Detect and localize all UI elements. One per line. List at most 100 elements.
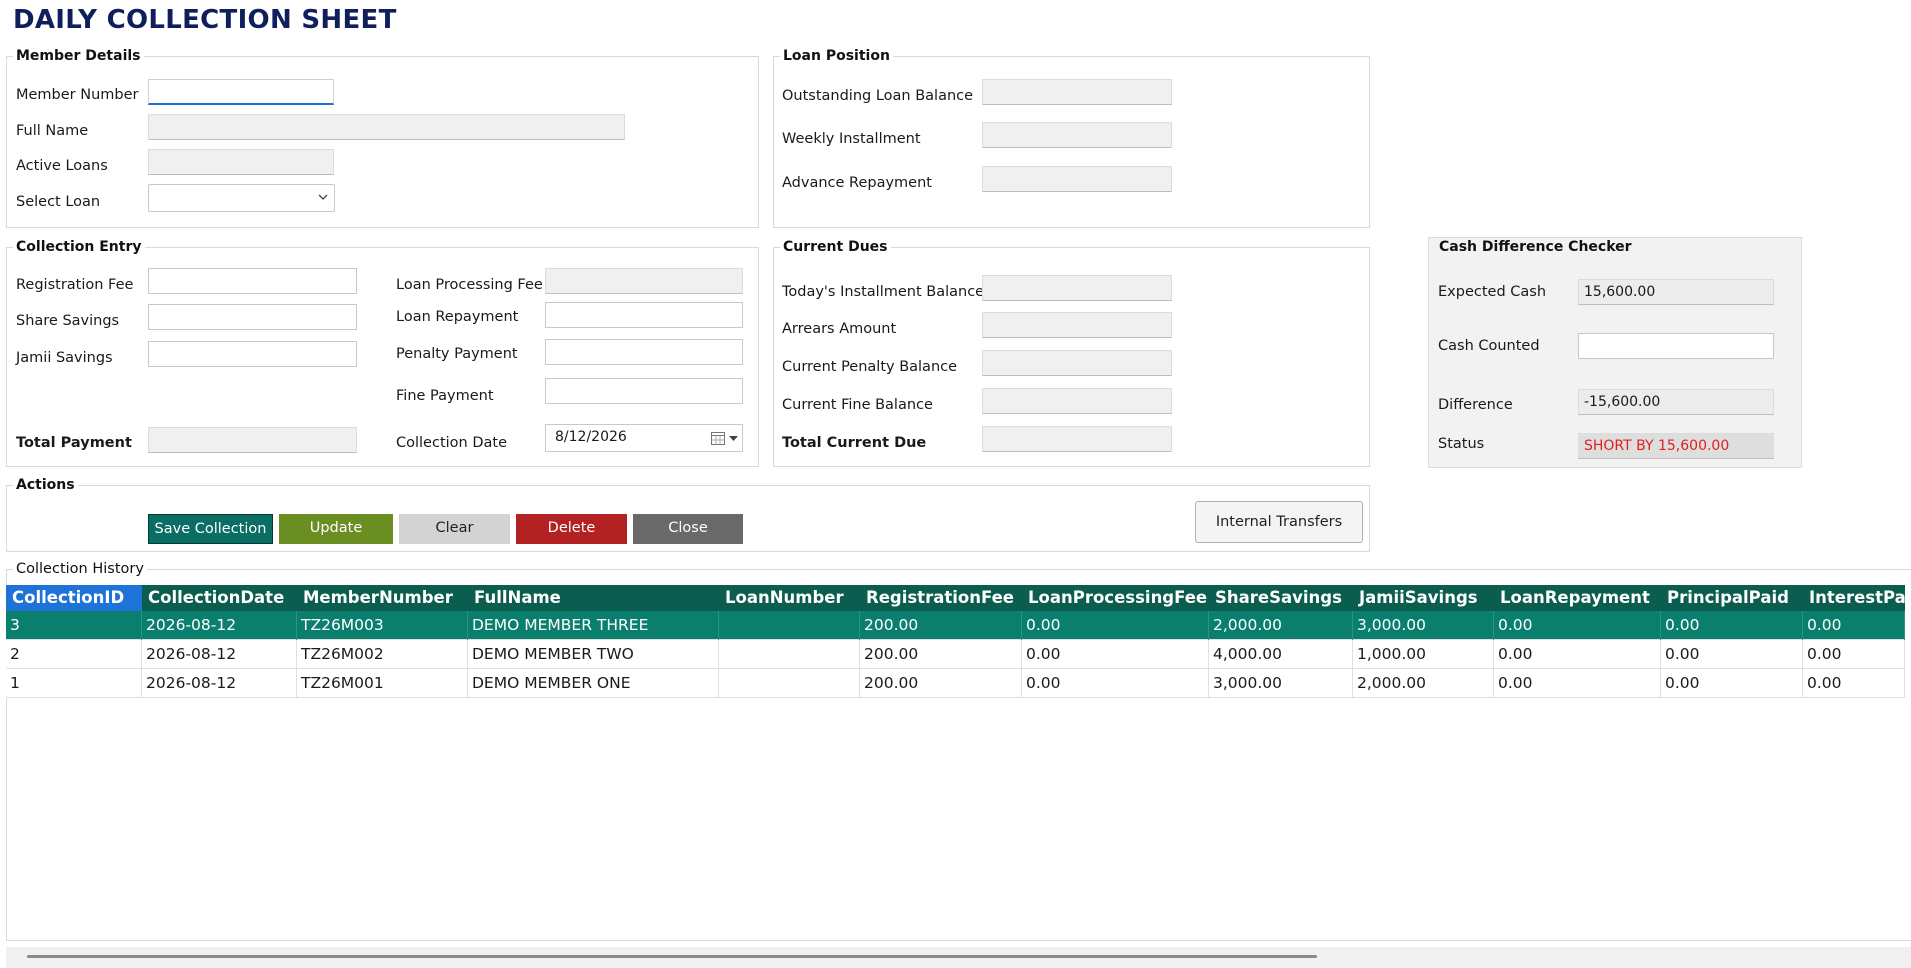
table-cell-loanprocessingfee[interactable]: 0.00 bbox=[1022, 640, 1209, 669]
table-cell-registrationfee[interactable]: 200.00 bbox=[860, 640, 1022, 669]
table-cell-collectiondate[interactable]: 2026-08-12 bbox=[142, 669, 297, 698]
expected-cash-field: 15,600.00 bbox=[1578, 279, 1774, 305]
column-header-loannumber[interactable]: LoanNumber bbox=[719, 585, 860, 611]
table-cell-fullname[interactable]: DEMO MEMBER TWO bbox=[468, 640, 719, 669]
column-header-interestpaid[interactable]: InterestPaid bbox=[1803, 585, 1905, 611]
table-cell-jamiisavings[interactable]: 2,000.00 bbox=[1353, 669, 1494, 698]
table-cell-collectionid[interactable]: 3 bbox=[6, 611, 142, 640]
arrears-amount-label: Arrears Amount bbox=[782, 321, 897, 337]
table-cell-sharesavings[interactable]: 3,000.00 bbox=[1209, 669, 1353, 698]
current-fine-field bbox=[982, 388, 1172, 414]
loan-position-heading: Loan Position bbox=[780, 48, 893, 64]
full-name-label: Full Name bbox=[16, 123, 89, 139]
registration-fee-label: Registration Fee bbox=[16, 277, 134, 293]
table-cell-collectiondate[interactable]: 2026-08-12 bbox=[142, 611, 297, 640]
fine-payment-input[interactable] bbox=[545, 378, 743, 404]
member-details-heading: Member Details bbox=[13, 48, 144, 64]
column-header-fullname[interactable]: FullName bbox=[468, 585, 719, 611]
jamii-savings-input[interactable] bbox=[148, 341, 357, 367]
member-number-input[interactable] bbox=[148, 79, 334, 105]
collection-history-heading: Collection History bbox=[13, 561, 147, 577]
table-cell-collectiondate[interactable]: 2026-08-12 bbox=[142, 640, 297, 669]
table-cell-loannumber[interactable] bbox=[719, 669, 860, 698]
share-savings-input[interactable] bbox=[148, 304, 357, 330]
update-button[interactable]: Update bbox=[279, 514, 393, 544]
column-header-collectionid[interactable]: CollectionID bbox=[6, 585, 142, 611]
collection-date-value: 8/12/2026 bbox=[555, 429, 627, 445]
table-cell-interestpaid[interactable]: 0.00 bbox=[1803, 669, 1905, 698]
column-header-collectiondate[interactable]: CollectionDate bbox=[142, 585, 297, 611]
collection-date-picker[interactable]: 8/12/2026 bbox=[545, 424, 743, 452]
current-dues-heading: Current Dues bbox=[780, 239, 891, 255]
table-cell-jamiisavings[interactable]: 1,000.00 bbox=[1353, 640, 1494, 669]
table-cell-interestpaid[interactable]: 0.00 bbox=[1803, 611, 1905, 640]
table-cell-principalpaid[interactable]: 0.00 bbox=[1661, 611, 1803, 640]
actions-heading: Actions bbox=[13, 477, 78, 493]
clear-button[interactable]: Clear bbox=[399, 514, 510, 544]
close-button[interactable]: Close bbox=[633, 514, 743, 544]
column-header-loanrepayment[interactable]: LoanRepayment bbox=[1494, 585, 1661, 611]
table-cell-interestpaid[interactable]: 0.00 bbox=[1803, 640, 1905, 669]
table-cell-jamiisavings[interactable]: 3,000.00 bbox=[1353, 611, 1494, 640]
registration-fee-input[interactable] bbox=[148, 268, 357, 294]
table-cell-registrationfee[interactable]: 200.00 bbox=[860, 611, 1022, 640]
table-cell-membernumber[interactable]: TZ26M001 bbox=[297, 669, 468, 698]
table-cell-loannumber[interactable] bbox=[719, 640, 860, 669]
table-cell-sharesavings[interactable]: 4,000.00 bbox=[1209, 640, 1353, 669]
column-header-membernumber[interactable]: MemberNumber bbox=[297, 585, 468, 611]
advance-repayment-field bbox=[982, 166, 1172, 192]
horizontal-scrollbar[interactable] bbox=[6, 947, 1911, 968]
weekly-installment-field bbox=[982, 122, 1172, 148]
table-cell-principalpaid[interactable]: 0.00 bbox=[1661, 640, 1803, 669]
page-title: DAILY COLLECTION SHEET bbox=[13, 5, 397, 35]
loan-processing-fee-field bbox=[545, 268, 743, 294]
table-cell-membernumber[interactable]: TZ26M003 bbox=[297, 611, 468, 640]
table-cell-collectionid[interactable]: 1 bbox=[6, 669, 142, 698]
table-cell-membernumber[interactable]: TZ26M002 bbox=[297, 640, 468, 669]
table-cell-loanrepayment[interactable]: 0.00 bbox=[1494, 611, 1661, 640]
table-cell-principalpaid[interactable]: 0.00 bbox=[1661, 669, 1803, 698]
column-header-jamiisavings[interactable]: JamiiSavings bbox=[1353, 585, 1494, 611]
internal-transfers-button[interactable]: Internal Transfers bbox=[1195, 501, 1363, 543]
expected-cash-label: Expected Cash bbox=[1438, 284, 1547, 300]
total-current-due-label: Total Current Due bbox=[782, 435, 927, 451]
outstanding-balance-label: Outstanding Loan Balance bbox=[782, 88, 974, 104]
share-savings-label: Share Savings bbox=[16, 313, 120, 329]
full-name-field bbox=[148, 114, 625, 140]
calendar-icon[interactable] bbox=[711, 431, 725, 445]
weekly-installment-label: Weekly Installment bbox=[782, 131, 921, 147]
current-fine-label: Current Fine Balance bbox=[782, 397, 933, 413]
penalty-payment-input[interactable] bbox=[545, 339, 743, 365]
column-header-loanprocessingfee[interactable]: LoanProcessingFee bbox=[1022, 585, 1209, 611]
table-cell-fullname[interactable]: DEMO MEMBER THREE bbox=[468, 611, 719, 640]
select-loan-dropdown[interactable] bbox=[148, 184, 335, 212]
table-cell-loannumber[interactable] bbox=[719, 611, 860, 640]
member-details-group: Member Details bbox=[6, 48, 759, 228]
total-payment-label: Total Payment bbox=[16, 435, 132, 451]
jamii-savings-label: Jamii Savings bbox=[16, 350, 113, 366]
penalty-payment-label: Penalty Payment bbox=[396, 346, 518, 362]
collection-date-label: Collection Date bbox=[396, 435, 507, 451]
cash-counted-input[interactable] bbox=[1578, 333, 1774, 359]
member-number-label: Member Number bbox=[16, 87, 139, 103]
table-cell-loanprocessingfee[interactable]: 0.00 bbox=[1022, 611, 1209, 640]
collection-entry-heading: Collection Entry bbox=[13, 239, 145, 255]
column-header-registrationfee[interactable]: RegistrationFee bbox=[860, 585, 1022, 611]
scrollbar-thumb[interactable] bbox=[27, 955, 1317, 958]
save-collection-button[interactable]: Save Collection bbox=[148, 514, 273, 544]
table-cell-fullname[interactable]: DEMO MEMBER ONE bbox=[468, 669, 719, 698]
table-cell-loanrepayment[interactable]: 0.00 bbox=[1494, 669, 1661, 698]
current-penalty-label: Current Penalty Balance bbox=[782, 359, 958, 375]
status-field: SHORT BY 15,600.00 bbox=[1578, 433, 1774, 459]
column-header-sharesavings[interactable]: ShareSavings bbox=[1209, 585, 1353, 611]
table-cell-registrationfee[interactable]: 200.00 bbox=[860, 669, 1022, 698]
table-cell-sharesavings[interactable]: 2,000.00 bbox=[1209, 611, 1353, 640]
table-cell-loanrepayment[interactable]: 0.00 bbox=[1494, 640, 1661, 669]
delete-button[interactable]: Delete bbox=[516, 514, 627, 544]
table-cell-collectionid[interactable]: 2 bbox=[6, 640, 142, 669]
column-header-principalpaid[interactable]: PrincipalPaid bbox=[1661, 585, 1803, 611]
dropdown-arrow-icon[interactable] bbox=[729, 436, 738, 441]
loan-repayment-input[interactable] bbox=[545, 302, 743, 328]
cash-checker-heading: Cash Difference Checker bbox=[1436, 239, 1635, 255]
table-cell-loanprocessingfee[interactable]: 0.00 bbox=[1022, 669, 1209, 698]
